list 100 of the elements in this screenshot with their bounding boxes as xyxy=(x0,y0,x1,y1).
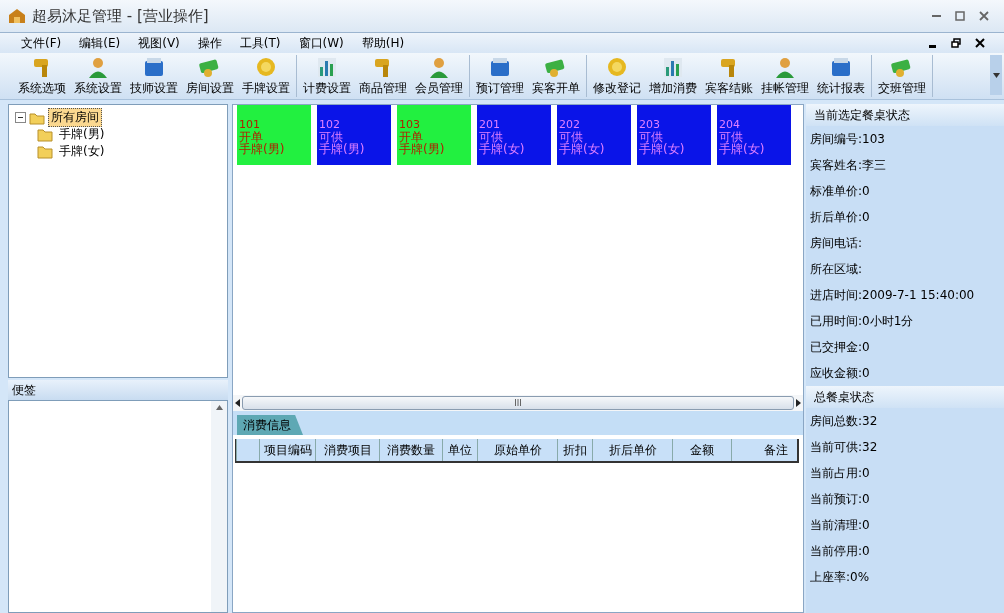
toolbar-button[interactable]: 统计报表 xyxy=(813,55,869,97)
room-status: 可供 xyxy=(719,131,743,143)
room-tag: 手牌(女) xyxy=(719,143,791,155)
menu-item[interactable]: 工具(T) xyxy=(230,34,290,52)
left-arrow-icon xyxy=(235,399,240,407)
toolbar-button[interactable]: 计费设置 xyxy=(299,55,355,97)
box-icon xyxy=(488,55,512,79)
room-tile[interactable]: 203 可供 手牌(女) xyxy=(637,105,711,165)
room-status: 可供 xyxy=(639,131,663,143)
menu-item[interactable]: 帮助(H) xyxy=(352,34,414,52)
close-icon xyxy=(975,38,985,48)
info-text: 已交押金:0 xyxy=(809,338,871,356)
toolbar-button[interactable]: 交班管理 xyxy=(874,55,930,97)
minus-icon xyxy=(17,114,24,121)
column-header: 消费数量 xyxy=(379,439,442,461)
column-header: 折扣 xyxy=(557,439,592,461)
toolbar-button[interactable]: 宾客结账 xyxy=(701,55,757,97)
column-header: 金额 xyxy=(672,439,731,461)
info-text: 宾客姓名:李三 xyxy=(809,156,888,174)
room-tag: 手牌(男) xyxy=(239,143,311,155)
minimize-icon xyxy=(931,15,941,17)
toolbar-button[interactable]: 房间设置 xyxy=(182,55,238,97)
room-tile[interactable]: 103 开单 手牌(男) xyxy=(397,105,471,165)
toolbar-button[interactable]: 修改登记 xyxy=(589,55,645,97)
menu-item[interactable]: 编辑(E) xyxy=(70,34,130,52)
column-header: 消费项目 xyxy=(315,439,379,461)
info-text: 应收金额:0 xyxy=(809,364,871,382)
room-tile[interactable]: 204 可供 手牌(女) xyxy=(717,105,791,165)
restore-icon xyxy=(951,38,961,48)
column-header: 折后单价 xyxy=(592,439,672,461)
notes-field[interactable] xyxy=(8,400,228,613)
info-text: 房间编号:103 xyxy=(809,130,886,148)
room-tag: 手牌(女) xyxy=(559,143,631,155)
room-tile[interactable]: 102 可供 手牌(男) xyxy=(317,105,391,165)
info-text: 折后单价:0 xyxy=(809,208,871,226)
column-header: 原始单价 xyxy=(477,439,557,461)
info-text: 房间电话: xyxy=(809,234,864,252)
chart-icon xyxy=(315,55,339,79)
panel-header: 便签 xyxy=(8,380,228,400)
toolbar-button[interactable]: 技师设置 xyxy=(126,55,182,97)
toolbar-button[interactable]: 会员管理 xyxy=(411,55,467,97)
toolbar-button[interactable]: 预订管理 xyxy=(472,55,528,97)
info-text: 当前清理:0 xyxy=(809,516,871,534)
toolbar-overflow-button[interactable] xyxy=(990,55,1002,95)
box-icon xyxy=(829,55,853,79)
right-arrow-icon xyxy=(796,399,801,407)
folder-icon xyxy=(37,127,53,142)
tree-item[interactable]: 所有房间 xyxy=(48,108,102,127)
toolbar-button[interactable]: 手牌设置 xyxy=(238,55,294,97)
room-number: 103 xyxy=(399,119,421,131)
close-icon xyxy=(979,11,989,21)
room-tile[interactable]: 201 可供 手牌(女) xyxy=(477,105,551,165)
toolbar-button[interactable]: 增加消费 xyxy=(645,55,701,97)
info-text: 标准单价:0 xyxy=(809,182,871,200)
room-tag: 手牌(男) xyxy=(399,143,471,155)
room-tag: 手牌(男) xyxy=(319,143,391,155)
chart-icon xyxy=(661,55,685,79)
folder-icon xyxy=(29,110,45,125)
toolbar-button[interactable]: 宾客开单 xyxy=(528,55,584,97)
scrollbar[interactable] xyxy=(211,401,227,612)
section-header: 总餐桌状态 xyxy=(806,386,1004,408)
room-tile[interactable]: 202 可供 手牌(女) xyxy=(557,105,631,165)
menu-item[interactable]: 操作 xyxy=(188,34,231,52)
room-status: 可供 xyxy=(559,131,583,143)
up-arrow-icon xyxy=(215,405,223,410)
room-number: 203 xyxy=(639,119,661,131)
tree-item[interactable]: 手牌(男) xyxy=(56,125,108,144)
person-icon xyxy=(86,55,110,79)
info-text: 已用时间:0小时1分 xyxy=(809,312,915,330)
room-tile[interactable]: 101 开单 手牌(男) xyxy=(237,105,311,165)
room-number: 201 xyxy=(479,119,501,131)
room-number: 202 xyxy=(559,119,581,131)
info-text: 所在区域: xyxy=(809,260,864,278)
room-number: 204 xyxy=(719,119,741,131)
room-number: 101 xyxy=(239,119,261,131)
room-status: 开单 xyxy=(399,131,423,143)
coin-icon xyxy=(254,55,278,79)
minimize-icon xyxy=(928,44,936,48)
horizontal-scrollbar[interactable] xyxy=(233,395,803,411)
toolbar-button[interactable]: 系统选项 xyxy=(14,55,70,97)
room-tag: 手牌(女) xyxy=(639,143,711,155)
info-text: 当前占用:0 xyxy=(809,464,871,482)
tree-item[interactable]: 手牌(女) xyxy=(56,142,108,161)
maximize-icon xyxy=(955,11,965,21)
column-header: 项目编码 xyxy=(259,439,315,461)
menu-item[interactable]: 窗口(W) xyxy=(289,34,353,52)
info-text: 上座率:0% xyxy=(809,568,871,586)
folder-icon xyxy=(37,144,53,159)
collapse-toggle[interactable] xyxy=(15,112,26,123)
info-text: 当前停用:0 xyxy=(809,542,871,560)
room-status: 可供 xyxy=(319,131,343,143)
menu-item[interactable]: 文件(F) xyxy=(12,34,71,52)
toolbar-button[interactable]: 系统设置 xyxy=(70,55,126,97)
room-status: 可供 xyxy=(479,131,503,143)
tab[interactable]: 消费信息 xyxy=(237,415,303,435)
room-status: 开单 xyxy=(239,131,263,143)
person-icon xyxy=(773,55,797,79)
menu-item[interactable]: 视图(V) xyxy=(129,34,189,52)
toolbar-button[interactable]: 商品管理 xyxy=(355,55,411,97)
toolbar-button[interactable]: 挂帐管理 xyxy=(757,55,813,97)
